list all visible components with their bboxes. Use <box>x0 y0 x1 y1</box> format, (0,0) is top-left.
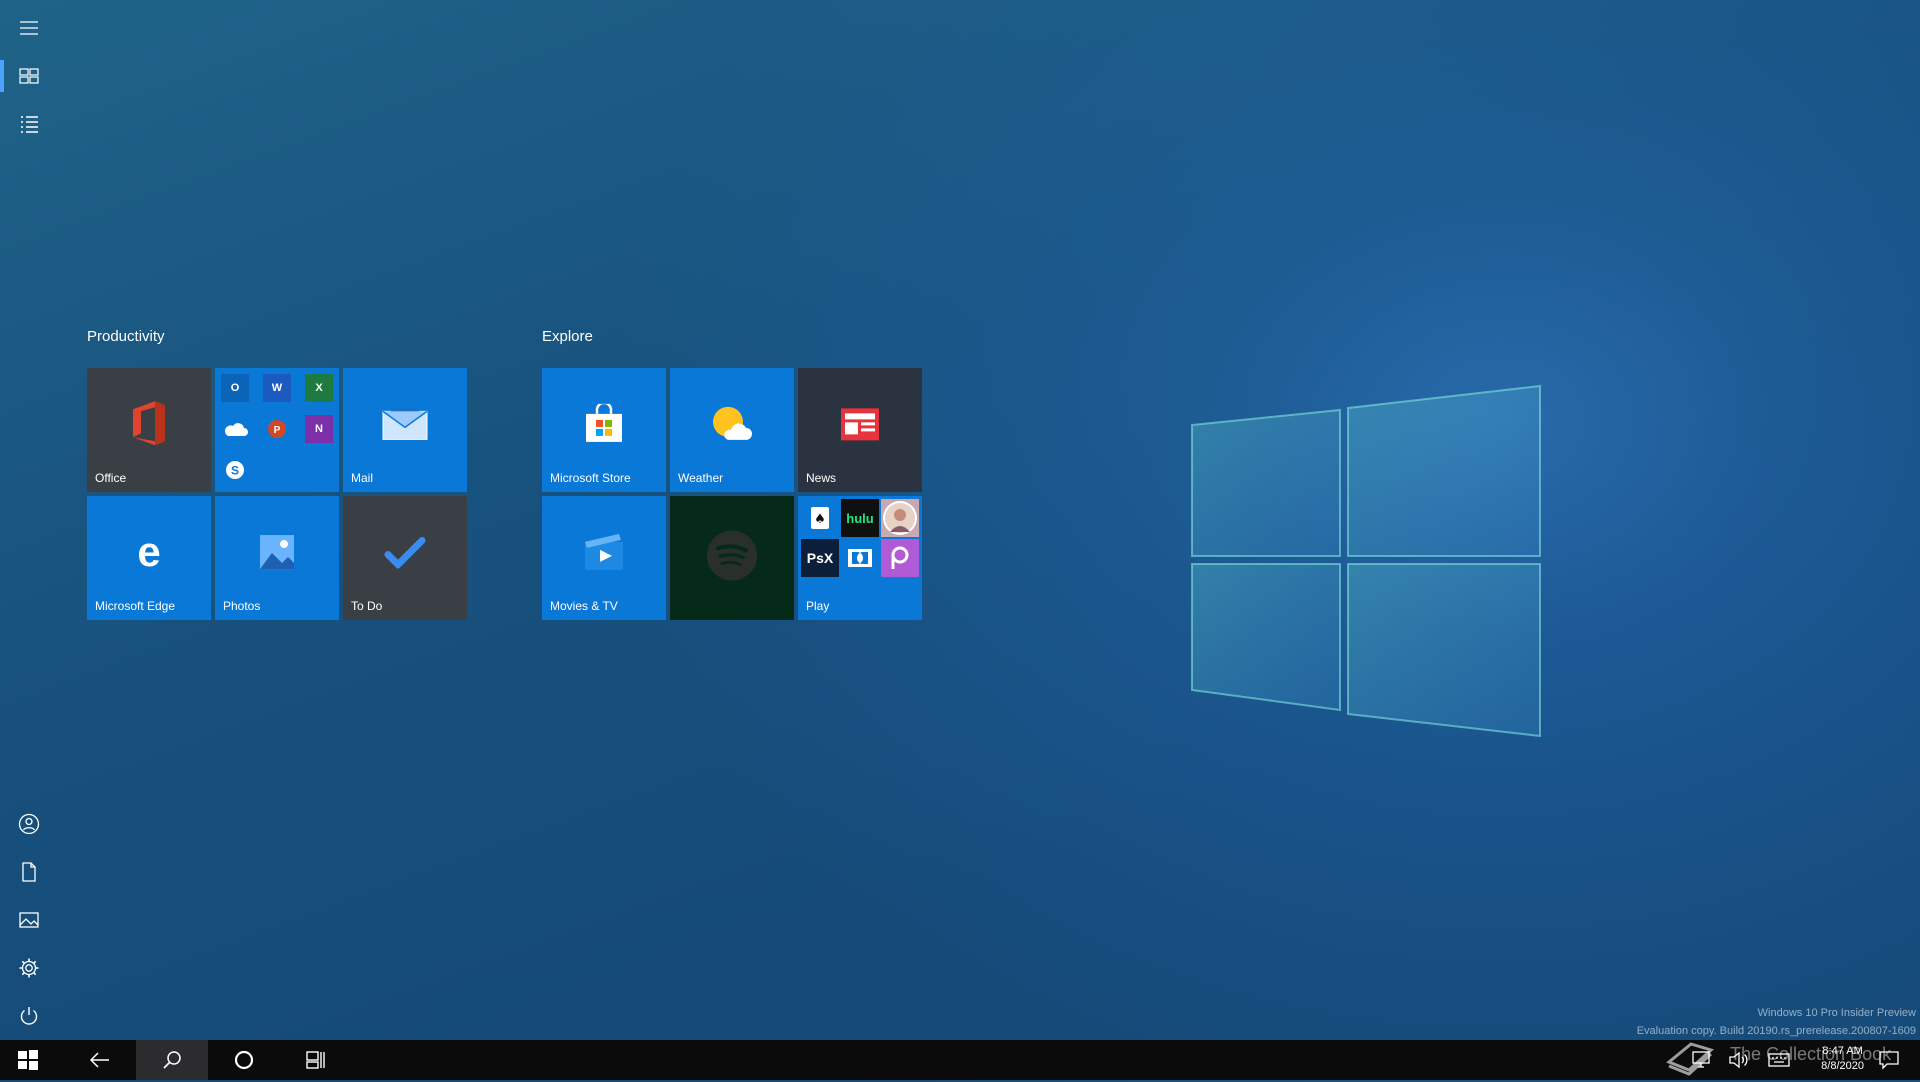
tile-photos[interactable]: Photos <box>215 496 339 620</box>
spotify-icon <box>706 530 758 587</box>
tile-microsoft-edge[interactable]: e Microsoft Edge <box>87 496 211 620</box>
movies-icon <box>583 532 625 577</box>
svg-text:e: e <box>137 532 160 572</box>
news-icon <box>840 407 880 446</box>
mail-icon <box>382 407 428 446</box>
tile-label: Photos <box>223 599 261 613</box>
settings-button[interactable] <box>0 945 58 991</box>
edge-icon: e <box>129 528 169 577</box>
svg-text:P: P <box>274 425 281 436</box>
picture-icon <box>19 912 39 928</box>
solitaire-icon: ♠ <box>801 499 839 537</box>
svg-text:♠: ♠ <box>814 512 826 527</box>
all-apps-button[interactable] <box>0 101 58 147</box>
svg-text:S: S <box>231 464 239 478</box>
hulu-icon: hulu <box>841 499 879 537</box>
cortana-icon <box>234 1050 254 1070</box>
search-button[interactable] <box>136 1040 208 1080</box>
document-icon <box>22 862 36 882</box>
group-title-productivity[interactable]: Productivity <box>87 328 165 345</box>
tile-label: Movies & TV <box>550 599 618 613</box>
documents-button[interactable] <box>0 849 58 895</box>
start-button[interactable] <box>0 1040 56 1080</box>
windows-icon <box>18 1050 38 1070</box>
tile-weather[interactable]: Weather <box>670 368 794 492</box>
tile-to-do[interactable]: To Do <box>343 496 467 620</box>
cortana-button[interactable] <box>208 1040 280 1080</box>
tile-news[interactable]: News <box>798 368 922 492</box>
power-icon <box>20 1007 38 1025</box>
picsart-icon <box>881 539 919 577</box>
expand-menu-button[interactable] <box>0 5 58 51</box>
tile-label: News <box>806 471 837 485</box>
onedrive-icon <box>221 415 249 443</box>
gear-icon <box>19 958 39 978</box>
excel-icon: X <box>305 374 333 402</box>
dolby-icon <box>841 539 879 577</box>
list-icon <box>21 116 38 133</box>
taskbar: 8:47 AM 8/8/2020 <box>0 1040 1920 1080</box>
back-arrow-icon <box>89 1052 109 1068</box>
tile-label: Weather <box>678 471 724 485</box>
tile-microsoft-store[interactable]: Microsoft Store <box>542 368 666 492</box>
back-button[interactable] <box>64 1040 136 1080</box>
hamburger-icon <box>20 21 38 35</box>
tile-play-folder[interactable]: ♠ hulu PsX Play <box>798 496 922 620</box>
tiles-icon <box>19 68 39 84</box>
game-avatar-icon <box>881 499 919 537</box>
task-view-button[interactable] <box>280 1040 352 1080</box>
user-icon <box>18 813 40 835</box>
collection-book-logo <box>1665 1036 1715 1082</box>
account-button[interactable] <box>0 801 58 847</box>
tile-movies-and-tv[interactable]: Movies & TV <box>542 496 666 620</box>
pinned-tiles-button[interactable] <box>0 53 58 99</box>
power-button[interactable] <box>0 993 58 1039</box>
task-view-icon <box>306 1051 325 1069</box>
store-icon <box>584 401 624 449</box>
word-icon: W <box>263 374 291 402</box>
group-title-explore[interactable]: Explore <box>542 328 593 345</box>
collection-book-text: The Collection Book <box>1730 1044 1892 1064</box>
checkmark-icon <box>384 537 426 574</box>
tile-mail[interactable]: Mail <box>343 368 467 492</box>
skype-icon: S <box>221 456 249 484</box>
photoshop-express-icon: PsX <box>801 539 839 577</box>
tile-office[interactable]: Office <box>87 368 211 492</box>
onenote-icon: N <box>305 415 333 443</box>
outlook-icon: O <box>221 374 249 402</box>
weather-icon <box>710 404 754 449</box>
tile-spotify[interactable] <box>670 496 794 620</box>
windows-logo-wallpaper <box>1190 380 1560 740</box>
tile-label: Microsoft Store <box>550 471 631 485</box>
tile-office-apps-folder[interactable]: O W X P N S <box>215 368 339 492</box>
tile-label: Play <box>806 599 830 613</box>
pictures-button[interactable] <box>0 897 58 943</box>
office-icon <box>127 399 171 452</box>
search-icon <box>163 1051 181 1069</box>
start-left-rail <box>0 0 58 1040</box>
watermark-edition: Windows 10 Pro Insider Preview <box>1757 1007 1916 1019</box>
tile-label: Office <box>95 471 127 485</box>
photos-icon <box>258 533 296 576</box>
tile-label: To Do <box>351 599 383 613</box>
powerpoint-icon: P <box>263 415 291 443</box>
tile-label: Mail <box>351 471 374 485</box>
tile-label: Microsoft Edge <box>95 599 176 613</box>
